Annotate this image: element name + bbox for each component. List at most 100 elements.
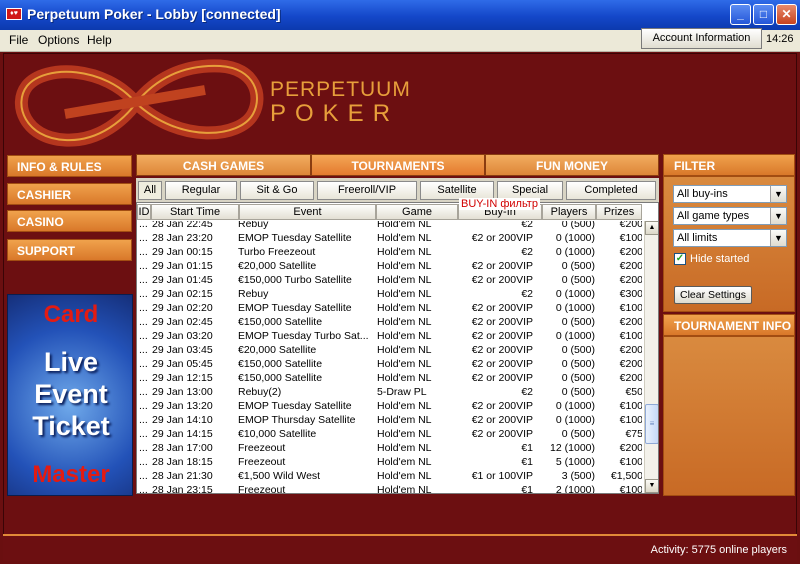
- cell-event: Turbo Freezeout: [238, 246, 316, 258]
- cell-id: ...: [139, 470, 148, 482]
- cell-id: ...: [139, 400, 148, 412]
- scroll-thumb[interactable]: ≡: [645, 404, 658, 444]
- table-row[interactable]: ... 29 Jan 14:10 EMOP Thursday Satellite Ho…: [137, 414, 642, 428]
- cell-prizes: €200: [619, 442, 642, 454]
- table-row[interactable]: ... 29 Jan 00:15 Turbo Freezeout Hold'em NL…: [137, 246, 642, 260]
- subtab-all[interactable]: All: [138, 181, 162, 200]
- banner-line-1: Live: [43, 347, 99, 377]
- hide-started-label: Hide started: [690, 253, 750, 265]
- table-row[interactable]: ... 29 Jan 13:00 Rebuy(2) 5-Draw PL €2 0 (500…: [137, 386, 642, 400]
- col-start-time[interactable]: Start Time: [151, 204, 239, 220]
- table-row[interactable]: ... 29 Jan 01:15 €20,000 Satellite Hold'em …: [137, 260, 642, 274]
- cell-event: €150,000 Satellite: [238, 316, 323, 328]
- clock: 14:26: [766, 33, 794, 45]
- table-row[interactable]: ... 29 Jan 02:20 EMOP Tuesday Satellite Hol…: [137, 302, 642, 316]
- scroll-down-icon[interactable]: ▼: [645, 479, 658, 493]
- cell-buy-in: €2 or 200VIP: [471, 302, 533, 314]
- tab-fun-money[interactable]: FUN MONEY: [485, 154, 659, 176]
- tab-cash-games[interactable]: CASH GAMES: [136, 154, 311, 176]
- subtab-regular[interactable]: Regular: [165, 181, 237, 200]
- table-row[interactable]: ... 28 Jan 23:15 Freezeout Hold'em NL €1 2 (1…: [137, 484, 642, 493]
- subtab-sit-go[interactable]: Sit & Go: [240, 181, 314, 200]
- account-information-button[interactable]: Account Information: [641, 28, 762, 49]
- col-game[interactable]: Game: [376, 204, 458, 220]
- cell-start-time: 29 Jan 02:20: [152, 302, 213, 314]
- menu-options[interactable]: Options: [38, 33, 79, 47]
- clear-settings-button[interactable]: Clear Settings: [674, 286, 752, 304]
- support-button[interactable]: SUPPORT: [7, 239, 132, 261]
- close-button[interactable]: ✕: [776, 4, 797, 25]
- col-event[interactable]: Event: [239, 204, 376, 220]
- scroll-up-icon[interactable]: ▲: [645, 221, 658, 235]
- limits-select[interactable]: All limits ▼: [673, 229, 787, 247]
- limits-value: All limits: [677, 232, 718, 244]
- cell-prizes: €200: [619, 274, 642, 286]
- chevron-down-icon[interactable]: ▼: [770, 208, 786, 224]
- cell-players: 0 (500): [561, 386, 595, 398]
- cell-players: 0 (1000): [555, 246, 595, 258]
- col-prizes[interactable]: Prizes: [596, 204, 642, 220]
- buyins-value: All buy-ins: [677, 188, 728, 200]
- table-row[interactable]: ... 29 Jan 02:45 €150,000 Satellite Hold'em…: [137, 316, 642, 330]
- col-players[interactable]: Players: [542, 204, 596, 220]
- cell-start-time: 28 Jan 22:45: [152, 221, 213, 230]
- cell-buy-in: €2: [521, 386, 533, 398]
- table-row[interactable]: ... 28 Jan 21:30 €1,500 Wild West Hold'em N…: [137, 470, 642, 484]
- cell-buy-in: €2 or 200VIP: [471, 232, 533, 244]
- chevron-down-icon[interactable]: ▼: [770, 186, 786, 202]
- cell-event: €20,000 Satellite: [238, 260, 317, 272]
- table-row[interactable]: ... 28 Jan 23:20 EMOP Tuesday Satellite Hol…: [137, 232, 642, 246]
- tab-tournaments[interactable]: TOURNAMENTS: [311, 154, 485, 176]
- cell-prizes: €200: [619, 344, 642, 356]
- table-row[interactable]: ... 29 Jan 03:20 EMOP Tuesday Turbo Sat...…: [137, 330, 642, 344]
- menu-help[interactable]: Help: [87, 33, 112, 47]
- cell-id: ...: [139, 316, 148, 328]
- cell-prizes: €1,500: [610, 470, 642, 482]
- cashier-button[interactable]: CASHIER: [7, 183, 132, 205]
- chevron-down-icon[interactable]: ▼: [770, 230, 786, 246]
- cell-event: €10,000 Satellite: [238, 428, 317, 440]
- cell-event: €150,000 Turbo Satellite: [238, 274, 352, 286]
- cell-id: ...: [139, 330, 148, 342]
- hide-started-checkbox[interactable]: ✓: [674, 253, 686, 265]
- activity-status: Activity: 5775 online players: [650, 544, 787, 556]
- cell-prizes: €100: [619, 232, 642, 244]
- cell-players: 3 (500): [561, 470, 595, 482]
- subtab-completed[interactable]: Completed: [566, 181, 656, 200]
- cell-start-time: 29 Jan 00:15: [152, 246, 213, 258]
- table-row[interactable]: ... 29 Jan 13:20 EMOP Tuesday Satellite Hol…: [137, 400, 642, 414]
- minimize-button[interactable]: _: [730, 4, 751, 25]
- cell-buy-in: €2 or 200VIP: [471, 274, 533, 286]
- table-row[interactable]: ... 28 Jan 18:15 Freezeout Hold'em NL €1 5 (1…: [137, 456, 642, 470]
- cell-buy-in: €2: [521, 221, 533, 230]
- table-row[interactable]: ... 28 Jan 17:00 Freezeout Hold'em NL €1 12 (…: [137, 442, 642, 456]
- info-rules-button[interactable]: INFO & RULES: [7, 155, 132, 177]
- maximize-button[interactable]: □: [753, 4, 774, 25]
- cell-players: 0 (1000): [555, 400, 595, 412]
- subtab-freeroll-vip[interactable]: Freeroll/VIP: [317, 181, 417, 200]
- cell-event: €150,000 Satellite: [238, 358, 323, 370]
- cell-players: 0 (500): [561, 428, 595, 440]
- game-types-select[interactable]: All game types ▼: [673, 207, 787, 225]
- cell-game: Hold'em NL: [377, 246, 432, 258]
- table-row[interactable]: ... 28 Jan 22:45 Rebuy Hold'em NL €2 0 (500) €…: [137, 221, 642, 232]
- casino-button[interactable]: CASINO: [7, 210, 132, 232]
- cell-buy-in: €1: [521, 442, 533, 454]
- col-id[interactable]: ID: [137, 204, 151, 220]
- cell-start-time: 29 Jan 13:20: [152, 400, 213, 412]
- table-row[interactable]: ... 29 Jan 05:45 €150,000 Satellite Hold'em…: [137, 358, 642, 372]
- table-row[interactable]: ... 29 Jan 02:15 Rebuy Hold'em NL €2 0 (1000)…: [137, 288, 642, 302]
- table-row[interactable]: ... 29 Jan 14:15 €10,000 Satellite Hold'em …: [137, 428, 642, 442]
- menu-file[interactable]: File: [9, 33, 28, 47]
- buyins-select[interactable]: All buy-ins ▼: [673, 185, 787, 203]
- vertical-scrollbar[interactable]: ▲ ≡ ▼: [644, 221, 658, 493]
- cell-prizes: €100: [619, 484, 642, 493]
- promo-banner[interactable]: Card Live Event Ticket Master: [7, 294, 133, 496]
- table-row[interactable]: ... 29 Jan 01:45 €150,000 Turbo Satellite H…: [137, 274, 642, 288]
- cell-event: Rebuy: [238, 221, 269, 230]
- cell-buy-in: €1: [521, 456, 533, 468]
- banner-bottom-text: Master: [32, 461, 110, 488]
- table-row[interactable]: ... 29 Jan 12:15 €150,000 Satellite Hold'em…: [137, 372, 642, 386]
- table-row[interactable]: ... 29 Jan 03:45 €20,000 Satellite Hold'em …: [137, 344, 642, 358]
- filter-title: FILTER: [663, 154, 795, 176]
